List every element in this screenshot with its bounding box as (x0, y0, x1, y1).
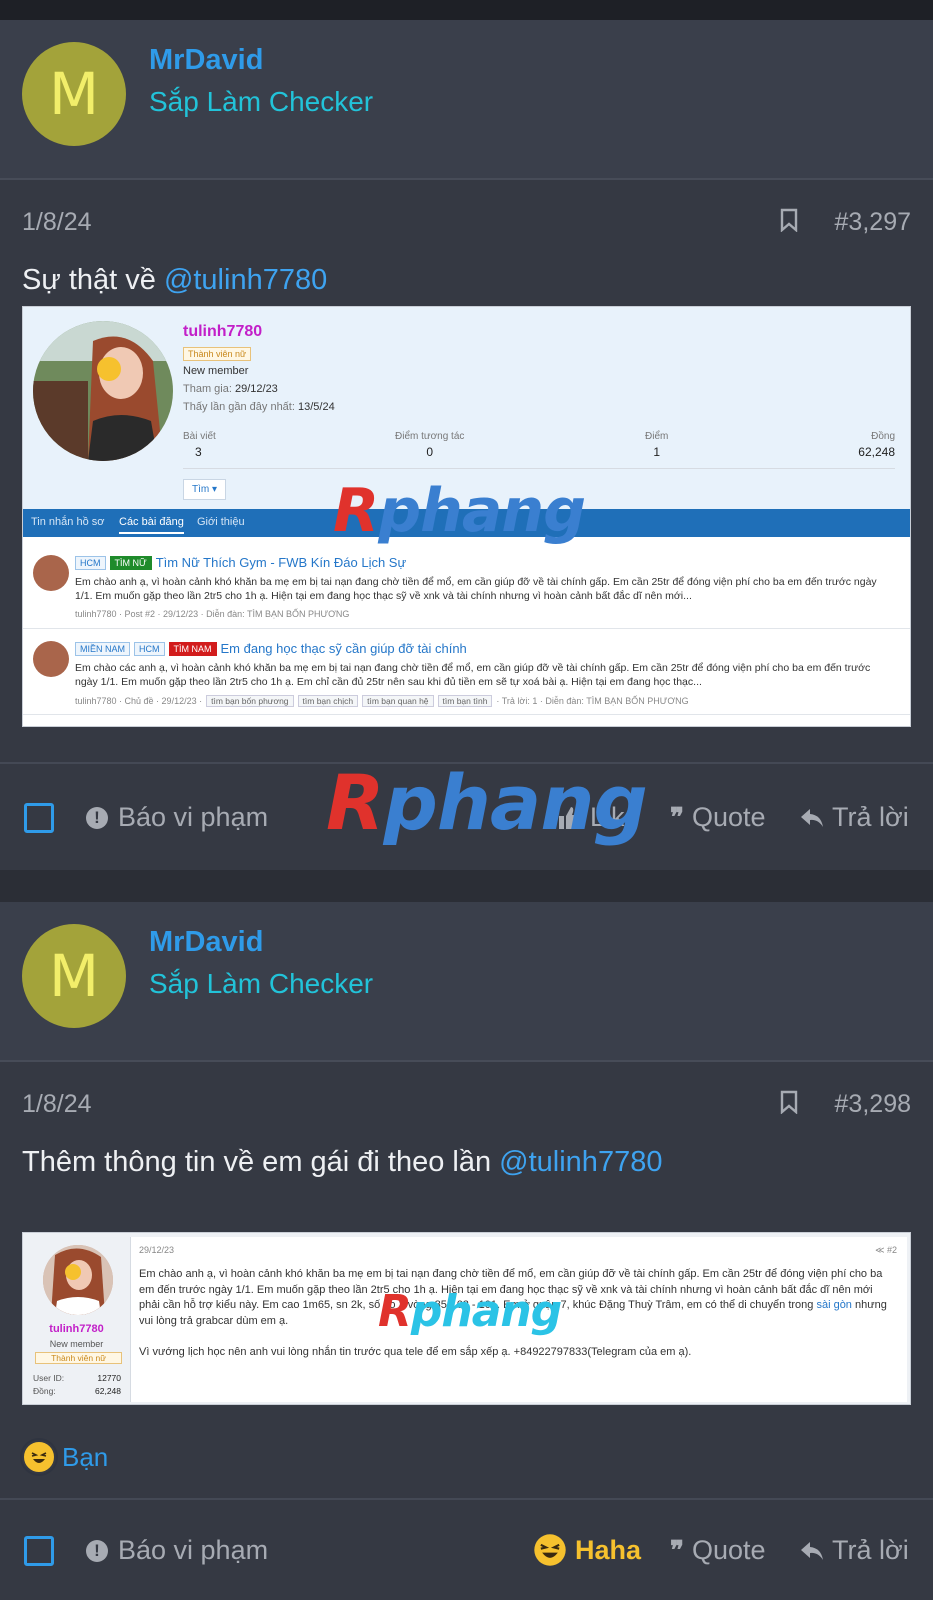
select-checkbox[interactable] (24, 803, 54, 833)
watermark-logo: Rphang (333, 476, 586, 546)
warning-icon: ! (86, 1539, 108, 1562)
haha-reaction-button[interactable]: Haha (533, 1533, 641, 1567)
profile-avatar (43, 1245, 113, 1315)
reaction-summary[interactable]: Bạn (22, 1440, 108, 1474)
post-user-header: M MrDavid Sắp Làm Checker (0, 20, 933, 180)
watermark-logo: Rphang (378, 1286, 562, 1337)
haha-emoji-icon (534, 1534, 566, 1566)
thumb-avatar (33, 555, 69, 591)
avatar[interactable]: M (22, 924, 126, 1028)
post-text: Thêm thông tin về em gái đi theo lần (22, 1146, 500, 1178)
reply-button[interactable]: Trả lời (800, 1535, 909, 1566)
mention-link[interactable]: @tulinh7780 (164, 264, 327, 296)
profile-role: New member (49, 1339, 104, 1349)
reply-icon (801, 808, 823, 827)
find-button: Tìm ▾ (183, 479, 227, 500)
user-id: User ID: 12770 (33, 1373, 121, 1383)
post-date: 29/12/23 (139, 1245, 175, 1255)
user-title: Sắp Làm Checker (149, 968, 374, 999)
report-button[interactable]: ! Báo vi phạm (86, 1535, 268, 1566)
select-checkbox[interactable] (24, 1536, 54, 1566)
profile-avatar (33, 321, 173, 461)
profile-badge: Thành viên nữ (35, 1352, 122, 1364)
reply-icon (801, 1541, 823, 1560)
list-item: HCM TÌM NỮ Tìm Nữ Thích Gym - FWB Kín Đá… (23, 545, 910, 629)
quote-icon: ❞ (670, 802, 684, 833)
thread-snippet: Em chào anh ạ, vì hoàn cảnh khó khăn ba … (75, 576, 877, 602)
user-title: Sắp Làm Checker (149, 86, 374, 117)
profile-photo-icon (43, 1245, 113, 1315)
post-number-link[interactable]: #3,298 (835, 1090, 911, 1119)
tab-profile-messages: Tin nhắn hồ sơ (31, 516, 105, 528)
post-sidebar: tulinh7780 New member Thành viên nữ User… (23, 1233, 130, 1404)
reaction-users[interactable]: Bạn (62, 1442, 108, 1473)
stat-coins: Đồng 62,248 (858, 431, 895, 459)
bookmark-icon[interactable] (780, 208, 798, 232)
top-bar (0, 0, 933, 20)
profile-name: tulinh7780 (49, 1323, 104, 1335)
mention-link[interactable]: @tulinh7780 (499, 1146, 662, 1178)
post-text: Sự thật về (22, 264, 164, 296)
watermark-logo: Rphang (326, 758, 648, 847)
user-coins: Đồng: 62,248 (33, 1386, 121, 1396)
post-message: Sự thật về @tulinh7780 (22, 264, 327, 297)
post-date[interactable]: 1/8/24 (22, 208, 92, 237)
haha-emoji-icon (22, 1440, 56, 1474)
profile-role: New member (183, 365, 249, 377)
post-user-header: M MrDavid Sắp Làm Checker (0, 902, 933, 1062)
profile-joined: Tham gia: 29/12/23 (183, 383, 278, 395)
post-number-link[interactable]: #3,297 (835, 208, 911, 237)
profile-badge: Thành viên nữ (183, 347, 252, 361)
profile-last-seen: Thấy lần gần đây nhất: 13/5/24 (183, 401, 335, 413)
post-date[interactable]: 1/8/24 (22, 1090, 92, 1119)
thumb-avatar (33, 641, 69, 677)
post-actions: ! Báo vi phạm Haha ❞ Quote Trả lời (0, 1498, 933, 1600)
reply-button[interactable]: Trả lời (800, 802, 909, 833)
thread-title: HCM TÌM NỮ Tìm Nữ Thích Gym - FWB Kín Đá… (75, 555, 406, 570)
profile-stats: Bài viết 3 Điểm tương tác 0 Điểm 1 Đồng 62,2… (183, 425, 895, 469)
post-message: Thêm thông tin về em gái đi theo lần @tu… (22, 1146, 662, 1179)
quote-icon: ❞ (670, 1535, 684, 1566)
tab-posts: Các bài đăng (119, 516, 184, 534)
stat-points: Điểm 1 (645, 431, 669, 459)
stat-posts: Bài viết 3 (183, 431, 216, 459)
share-icon: ≪ #2 (875, 1245, 897, 1255)
quote-button[interactable]: ❞ Quote (670, 1535, 766, 1566)
warning-icon: ! (86, 806, 108, 829)
username-link[interactable]: MrDavid (149, 926, 263, 959)
thread-snippet: Em chào các anh ạ, vì hoàn cảnh khó khăn… (75, 662, 871, 688)
username-link[interactable]: MrDavid (149, 44, 263, 77)
tab-about: Giới thiệu (197, 516, 245, 528)
list-item: MIỀN NAM HCM TÌM NAM Em đang học thạc sỹ… (23, 631, 910, 715)
thread-title: MIỀN NAM HCM TÌM NAM Em đang học thạc sỹ… (75, 641, 467, 656)
profile-name: tulinh7780 (183, 323, 263, 340)
quote-button[interactable]: ❞ Quote (670, 802, 766, 833)
avatar[interactable]: M (22, 42, 126, 146)
stat-reactions: Điểm tương tác 0 (395, 431, 465, 459)
report-button[interactable]: ! Báo vi phạm (86, 802, 268, 833)
thread-meta: tulinh7780 · Chủ đề · 29/12/23 · tìm bạn… (75, 695, 689, 707)
bookmark-icon[interactable] (780, 1090, 798, 1114)
post-separator (0, 870, 933, 902)
thread-meta: tulinh7780 · Post #2 · 29/12/23 · Diễn đ… (75, 609, 350, 619)
profile-photo-icon (33, 321, 173, 461)
